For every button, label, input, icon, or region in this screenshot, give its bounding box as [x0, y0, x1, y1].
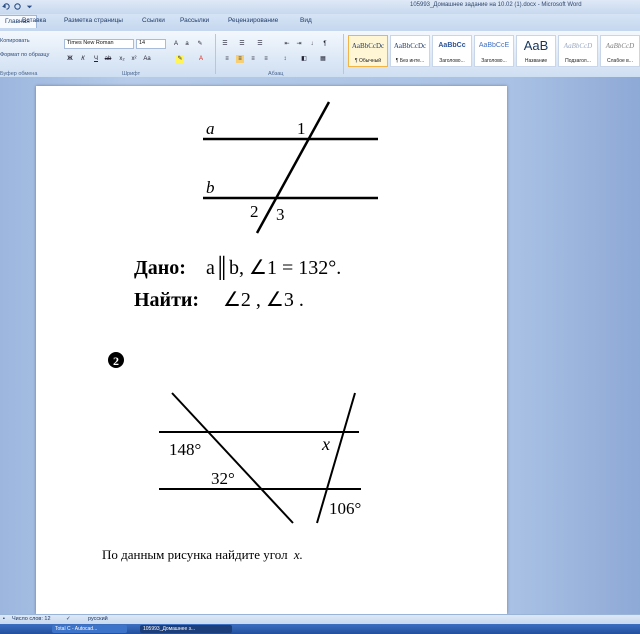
angle-32-label: 32°: [211, 469, 235, 488]
font-color-icon[interactable]: A: [197, 55, 205, 63]
style-subtitle[interactable]: AaBbCcD Подзагол...: [558, 35, 598, 67]
ribbon-tab-bar: Главная Вставка Разметка страницы Ссылки…: [0, 14, 640, 31]
find-label: Найти:: [134, 289, 199, 311]
problem2-number: 2: [113, 354, 119, 368]
spellcheck-icon[interactable]: ✓: [66, 616, 71, 622]
title-bar: 105993_Домашнее задание на 10.02 (1).doc…: [0, 0, 640, 14]
document-content: a b 1 2 3 Дано: a║b, ∠1 = 132°. Найти: ∠…: [102, 101, 378, 562]
bold-icon[interactable]: Ж: [66, 55, 74, 63]
format-painter-button[interactable]: Формат по образцу: [0, 52, 49, 58]
justify-icon[interactable]: ≡: [262, 55, 270, 63]
style-title[interactable]: AaB Название: [516, 35, 556, 67]
decrease-indent-icon[interactable]: ⇤: [283, 40, 291, 48]
given-label: Дано:: [134, 257, 186, 279]
borders-icon[interactable]: ▦: [319, 55, 327, 63]
grow-font-icon[interactable]: A: [172, 40, 180, 48]
quick-access-dropdown-icon[interactable]: [25, 2, 34, 11]
align-left-icon[interactable]: ≡: [223, 55, 231, 63]
taskbar-item-total-commander[interactable]: Total C - Autocad...: [52, 625, 127, 633]
highlight-icon[interactable]: ✎: [176, 55, 184, 63]
angle-x-label: x: [321, 434, 330, 454]
align-right-icon[interactable]: ≡: [249, 55, 257, 63]
tab-page-layout[interactable]: Разметка страницы: [64, 17, 123, 24]
font-size-select[interactable]: 14: [136, 39, 166, 49]
subscript-icon[interactable]: x₂: [118, 55, 126, 63]
angle2-label: 2: [250, 202, 259, 221]
bullets-icon[interactable]: ☰: [221, 40, 229, 48]
tab-references[interactable]: Ссылки: [142, 17, 165, 24]
line-a-label: a: [206, 119, 215, 138]
tab-review[interactable]: Рецензирование: [228, 17, 278, 24]
angle-148-label: 148°: [169, 440, 201, 459]
underline-icon[interactable]: Ч: [92, 55, 100, 63]
change-case-icon[interactable]: Aa: [143, 55, 151, 63]
tab-view[interactable]: Вид: [300, 17, 312, 24]
tab-insert[interactable]: Вставка: [22, 17, 46, 24]
taskbar-item-word[interactable]: 105993_Домашнее з...: [140, 625, 232, 633]
style-heading-2[interactable]: AaBbCcE Заголово...: [474, 35, 514, 67]
angle1-label: 1: [297, 119, 306, 138]
style-subtle-emphasis[interactable]: AaBbCcD Слабое в...: [600, 35, 640, 67]
line-b-label: b: [206, 178, 215, 197]
line-spacing-icon[interactable]: ↕: [281, 55, 289, 63]
taskbar: Total C - Autocad... 105993_Домашнее з..…: [0, 624, 640, 634]
sort-icon[interactable]: ↓: [308, 40, 316, 48]
align-center-icon[interactable]: ≡: [236, 55, 244, 63]
ribbon-separator: [215, 34, 216, 74]
font-name-select[interactable]: Times New Roman: [64, 39, 134, 49]
angle3-label: 3: [276, 205, 285, 224]
word-count[interactable]: Число слов: 12: [12, 616, 51, 622]
page-indicator-icon[interactable]: ▪: [3, 616, 5, 622]
style-no-spacing[interactable]: AaBbCcDc ¶ Без инте...: [390, 35, 430, 67]
problem1-figure: a b 1 2 3: [203, 101, 378, 234]
angle-106-label: 106°: [329, 499, 361, 518]
style-normal[interactable]: AaBbCcDc ¶ Обычный: [348, 35, 388, 67]
show-marks-icon[interactable]: ¶: [321, 40, 329, 48]
tab-mailings[interactable]: Рассылки: [180, 17, 209, 24]
ribbon-separator: [343, 34, 344, 74]
transversal-line: [255, 101, 331, 234]
superscript-icon[interactable]: x²: [130, 55, 138, 63]
language-indicator[interactable]: русский: [88, 616, 108, 622]
undo-icon[interactable]: [2, 2, 11, 11]
strikethrough-icon[interactable]: ab: [104, 55, 112, 63]
shrink-font-icon[interactable]: a: [183, 40, 191, 48]
document-page[interactable]: a b 1 2 3 Дано: a║b, ∠1 = 132°. Найти: ∠…: [36, 86, 507, 614]
given-expression: a║b, ∠1 = 132°.: [206, 255, 341, 281]
multilevel-list-icon[interactable]: ☰: [256, 40, 264, 48]
find-expression: ∠2 , ∠3 .: [223, 289, 304, 311]
redo-icon[interactable]: [13, 2, 22, 11]
italic-icon[interactable]: К: [79, 55, 87, 63]
clear-format-icon[interactable]: ✎: [196, 40, 204, 48]
increase-indent-icon[interactable]: ⇥: [295, 40, 303, 48]
style-heading-1[interactable]: AaBbCc Заголово...: [432, 35, 472, 67]
problem2-task: По данным рисунка найдите угол x.: [102, 547, 303, 562]
copy-button[interactable]: Копировать: [0, 38, 30, 44]
problem2-figure: 148° 32° x 106°: [159, 392, 361, 524]
shading-icon[interactable]: ◧: [300, 55, 308, 63]
numbering-icon[interactable]: ☰: [238, 40, 246, 48]
window-title: 105993_Домашнее задание на 10.02 (1).doc…: [410, 2, 582, 8]
